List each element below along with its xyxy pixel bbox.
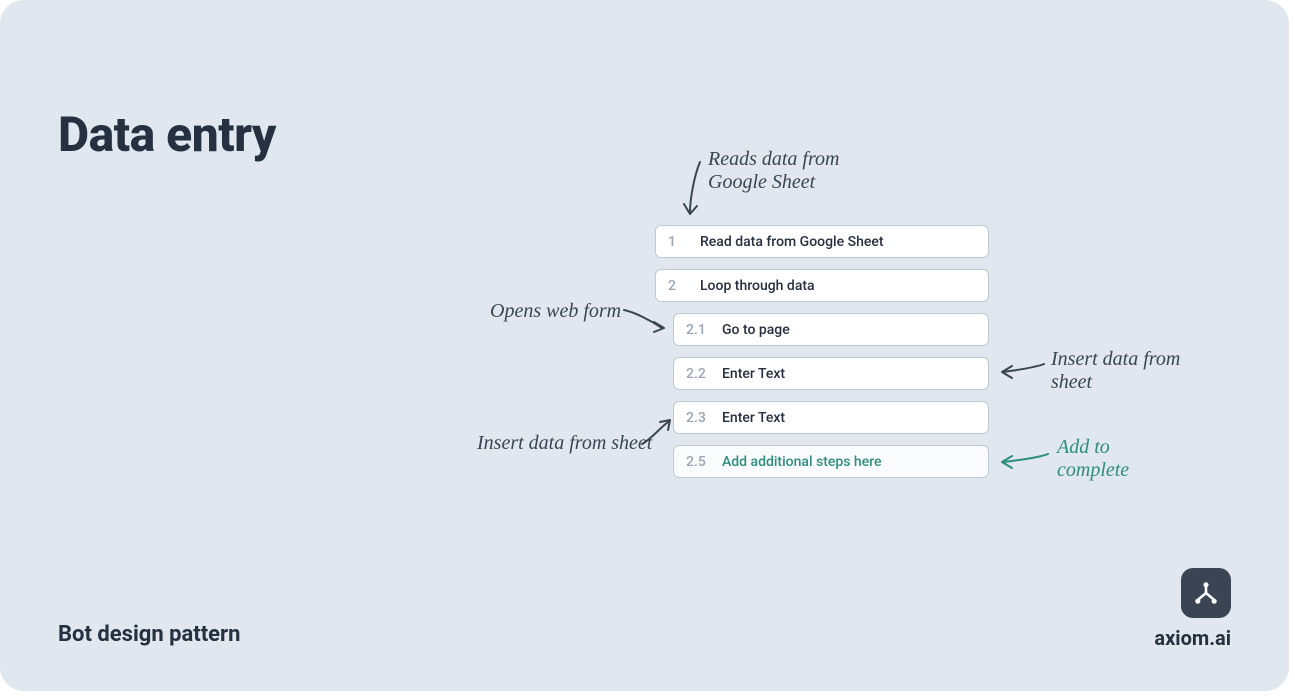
arrow-insert-left-icon — [640, 418, 678, 448]
step-number: 2.5 — [686, 454, 710, 470]
annotation-opens: Opens web form — [490, 300, 621, 323]
arrow-add-icon — [998, 448, 1052, 472]
arrow-insert-right-icon — [998, 360, 1048, 382]
step-2-3: 2.3 Enter Text — [673, 401, 989, 434]
step-label: Loop through data — [700, 278, 815, 294]
arrow-opens-icon — [622, 306, 672, 336]
step-label: Read data from Google Sheet — [700, 234, 884, 250]
annotation-reads: Reads data from Google Sheet — [708, 148, 839, 194]
annotation-insert-left: Insert data from sheet — [477, 432, 652, 455]
logo-icon — [1192, 579, 1220, 607]
subtitle: Bot design pattern — [58, 622, 240, 647]
step-2: 2 Loop through data — [655, 269, 989, 302]
diagram-canvas: Data entry Bot design pattern 1 Read dat… — [0, 0, 1289, 691]
step-number: 1 — [668, 234, 688, 250]
step-label: Enter Text — [722, 366, 785, 382]
brand-name: axiom.ai — [1154, 626, 1231, 650]
step-2-2: 2.2 Enter Text — [673, 357, 989, 390]
brand-logo — [1181, 568, 1231, 618]
page-title: Data entry — [58, 106, 276, 163]
annotation-insert-right: Insert data from sheet — [1051, 348, 1180, 394]
step-number: 2.3 — [686, 410, 710, 426]
step-2-5: 2.5 Add additional steps here — [673, 445, 989, 478]
step-1: 1 Read data from Google Sheet — [655, 225, 989, 258]
step-number: 2.2 — [686, 366, 710, 382]
annotation-add: Add to complete — [1057, 436, 1129, 482]
step-number: 2 — [668, 278, 688, 294]
arrow-reads-icon — [660, 156, 710, 226]
step-label: Add additional steps here — [722, 454, 882, 470]
step-label: Enter Text — [722, 410, 785, 426]
step-number: 2.1 — [686, 322, 710, 338]
step-label: Go to page — [722, 322, 790, 338]
step-2-1: 2.1 Go to page — [673, 313, 989, 346]
